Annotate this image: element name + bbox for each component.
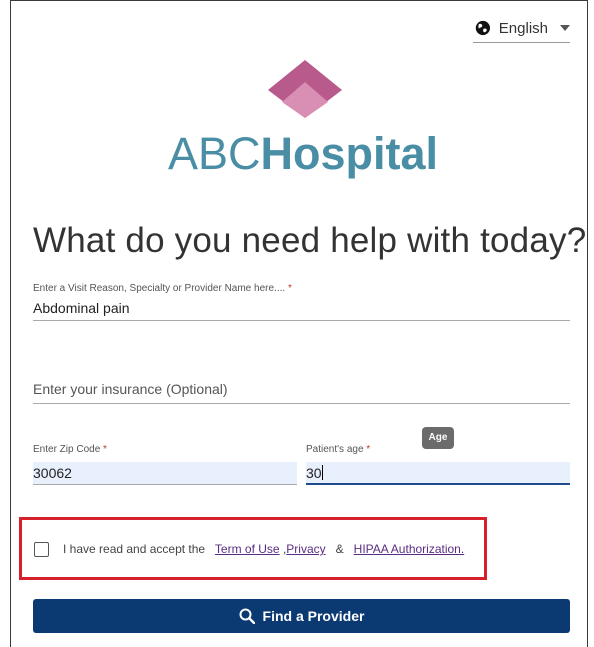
globe-icon <box>475 20 491 36</box>
age-tooltip: Age <box>422 427 454 449</box>
hospital-logo <box>268 60 342 118</box>
search-icon <box>239 608 255 624</box>
visit-reason-input[interactable]: Abdominal pain <box>33 300 130 316</box>
patient-age-field[interactable]: Patient's age * 30 <box>306 444 570 485</box>
page-title: What do you need help with today? <box>33 221 587 260</box>
insurance-field[interactable]: Enter your insurance (Optional) <box>33 376 570 404</box>
zip-code-label: Enter Zip Code * <box>33 444 107 455</box>
language-label: English <box>498 19 548 37</box>
visit-reason-label: Enter a Visit Reason, Specialty or Provi… <box>33 283 292 294</box>
terms-of-use-link[interactable]: Term of Use <box>215 542 280 556</box>
hipaa-authorization-link[interactable]: HIPAA Authorization. <box>354 542 465 556</box>
patient-age-label: Patient's age * <box>306 444 371 455</box>
zip-code-field[interactable]: Enter Zip Code * 30062 <box>33 444 297 485</box>
language-selector[interactable]: English <box>473 14 570 43</box>
brand-part-1: ABC <box>168 128 261 179</box>
brand-part-2: Hospital <box>260 128 439 179</box>
privacy-link[interactable]: Privacy <box>286 542 325 556</box>
consent-box: I have read and accept the Term of Use ,… <box>19 517 487 580</box>
insurance-input[interactable]: Enter your insurance (Optional) <box>33 381 228 397</box>
consent-checkbox[interactable] <box>34 542 49 557</box>
visit-reason-field[interactable]: Enter a Visit Reason, Specialty or Provi… <box>33 283 570 321</box>
patient-age-input[interactable]: 30 <box>306 462 570 483</box>
consent-text: I have read and accept the Term of Use ,… <box>63 542 465 556</box>
find-provider-button[interactable]: Find a Provider <box>33 599 570 633</box>
find-provider-label: Find a Provider <box>262 608 365 624</box>
chevron-down-icon <box>560 25 570 31</box>
zip-code-input[interactable]: 30062 <box>33 462 297 484</box>
text-cursor <box>321 465 323 480</box>
hospital-name: ABCHospital <box>168 124 448 184</box>
